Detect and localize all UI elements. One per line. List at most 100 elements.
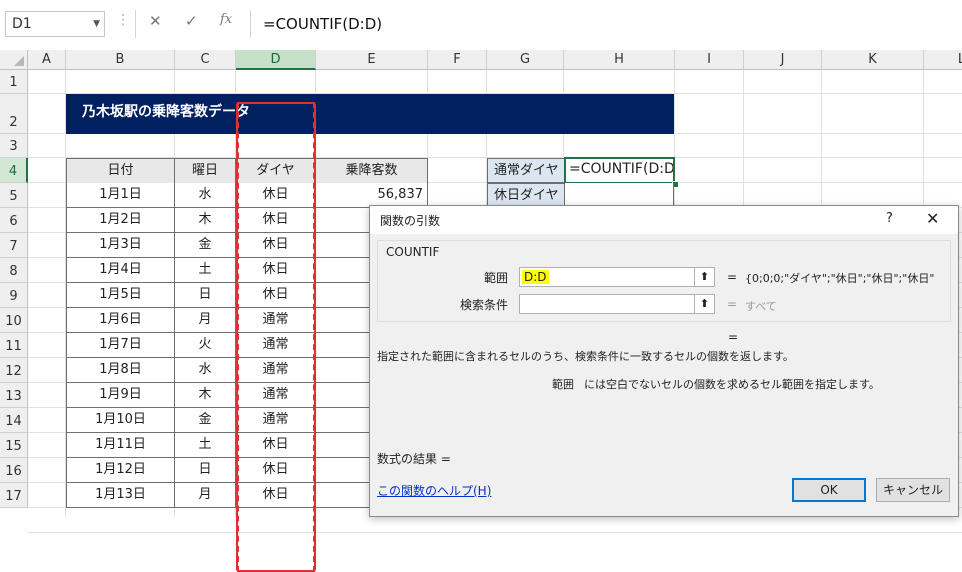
table-cell-dow[interactable]: 月 — [175, 483, 236, 508]
table-cell-date[interactable]: 1月11日 — [66, 433, 175, 458]
table-cell-dia[interactable]: 通常 — [236, 333, 316, 358]
dialog-titlebar[interactable]: 関数の引数 ? ✕ — [370, 206, 958, 234]
row-header-4[interactable]: 4 — [0, 158, 28, 183]
table-cell-date[interactable]: 1月5日 — [66, 283, 175, 308]
column-header-a[interactable]: A — [28, 50, 66, 70]
column-header-k[interactable]: K — [822, 50, 924, 70]
ok-button[interactable]: OK — [792, 478, 866, 502]
row-header-17[interactable]: 17 — [0, 483, 28, 508]
row-header-5[interactable]: 5 — [0, 183, 28, 208]
table-cell-date[interactable]: 1月12日 — [66, 458, 175, 483]
row-header-2[interactable]: 2 — [0, 94, 28, 134]
arg-description: には空白でないセルの個数を求めるセル範囲を指定します。 — [584, 378, 880, 391]
row-header-8[interactable]: 8 — [0, 258, 28, 283]
table-cell-dow[interactable]: 金 — [175, 233, 236, 258]
column-header-i[interactable]: I — [675, 50, 744, 70]
table-cell-date[interactable]: 1月9日 — [66, 383, 175, 408]
arg-range-input[interactable]: D:D — [519, 267, 695, 287]
table-cell-dow[interactable]: 木 — [175, 208, 236, 233]
table-cell-date[interactable]: 1月13日 — [66, 483, 175, 508]
column-header-j[interactable]: J — [744, 50, 822, 70]
chevron-down-icon[interactable]: ▼ — [93, 12, 100, 36]
column-header-l[interactable]: L — [924, 50, 962, 70]
table-cell-dow[interactable]: 日 — [175, 458, 236, 483]
column-header-f[interactable]: F — [428, 50, 487, 70]
table-cell-dia[interactable]: 休日 — [236, 283, 316, 308]
table-header[interactable]: 曜日 — [175, 158, 236, 184]
row-header-10[interactable]: 10 — [0, 308, 28, 333]
table-cell-dia[interactable]: 休日 — [236, 183, 316, 208]
table-header[interactable]: ダイヤ — [236, 158, 316, 184]
table-cell-dow[interactable]: 土 — [175, 433, 236, 458]
cancel-button[interactable]: キャンセル — [876, 478, 950, 502]
table-cell-dow[interactable]: 日 — [175, 283, 236, 308]
formula-input[interactable]: =COUNTIF(D:D) — [250, 10, 962, 38]
table-cell-dia[interactable]: 休日 — [236, 208, 316, 233]
row-header-15[interactable]: 15 — [0, 433, 28, 458]
cancel-icon[interactable]: ✕ — [149, 12, 162, 30]
sheet-title: 乃木坂駅の乗降客数データ — [66, 94, 674, 134]
table-cell-dow[interactable]: 土 — [175, 258, 236, 283]
table-cell-dia[interactable]: 休日 — [236, 433, 316, 458]
row-header-7[interactable]: 7 — [0, 233, 28, 258]
function-help-link[interactable]: この関数のヘルプ(H) — [377, 482, 491, 499]
insert-function-icon[interactable]: fx — [220, 12, 232, 27]
table-cell-dia[interactable]: 休日 — [236, 233, 316, 258]
table-cell-dia[interactable]: 通常 — [236, 308, 316, 333]
select-all-button[interactable] — [0, 50, 28, 70]
table-cell-date[interactable]: 1月2日 — [66, 208, 175, 233]
column-header-h[interactable]: H — [564, 50, 675, 70]
table-cell-dow[interactable]: 水 — [175, 358, 236, 383]
table-cell-dow[interactable]: 月 — [175, 308, 236, 333]
close-icon[interactable]: ✕ — [926, 209, 939, 228]
table-cell-dow[interactable]: 木 — [175, 383, 236, 408]
table-cell-date[interactable]: 1月1日 — [66, 183, 175, 208]
table-cell-dia[interactable]: 通常 — [236, 408, 316, 433]
row-header-6[interactable]: 6 — [0, 208, 28, 233]
column-header-e[interactable]: E — [316, 50, 428, 70]
table-cell-date[interactable]: 1月7日 — [66, 333, 175, 358]
function-result-eq: = — [728, 330, 739, 344]
table-cell-date[interactable]: 1月6日 — [66, 308, 175, 333]
table-cell-date[interactable]: 1月8日 — [66, 358, 175, 383]
table-cell-date[interactable]: 1月4日 — [66, 258, 175, 283]
table-cell-dia[interactable]: 休日 — [236, 258, 316, 283]
row-header-16[interactable]: 16 — [0, 458, 28, 483]
row-header-13[interactable]: 13 — [0, 383, 28, 408]
row-number: 10 — [5, 314, 22, 329]
table-cell-dia[interactable]: 通常 — [236, 358, 316, 383]
active-cell-h4[interactable]: =COUNTIF(D:D) — [564, 157, 675, 184]
arg-criteria-input[interactable] — [519, 294, 695, 314]
table-cell-dia[interactable]: 休日 — [236, 483, 316, 508]
collapse-dialog-icon[interactable]: ⬆ — [695, 294, 715, 314]
column-header-d[interactable]: D — [236, 50, 316, 70]
table-header[interactable]: 日付 — [66, 158, 175, 184]
table-header[interactable]: 乗降客数 — [316, 158, 428, 184]
arg-range-label: 範囲 — [483, 271, 508, 285]
column-header-b[interactable]: B — [66, 50, 175, 70]
column-header-c[interactable]: C — [175, 50, 236, 70]
collapse-dialog-icon[interactable]: ⬆ — [695, 267, 715, 287]
table-cell-dia[interactable]: 通常 — [236, 383, 316, 408]
arg-range-eq: = — [727, 270, 738, 284]
table-cell-date[interactable]: 1月10日 — [66, 408, 175, 433]
row-header-12[interactable]: 12 — [0, 358, 28, 383]
table-cell-dow[interactable]: 水 — [175, 183, 236, 208]
row-header-14[interactable]: 14 — [0, 408, 28, 433]
name-box[interactable]: D1 ▼ — [5, 11, 105, 37]
column-header-g[interactable]: G — [487, 50, 564, 70]
row-number: 15 — [5, 439, 22, 454]
table-cell-dia[interactable]: 休日 — [236, 458, 316, 483]
help-icon[interactable]: ? — [886, 211, 893, 226]
row-header-9[interactable]: 9 — [0, 283, 28, 308]
table-cell-dow[interactable]: 火 — [175, 333, 236, 358]
divider — [135, 10, 136, 38]
row-header-1[interactable]: 1 — [0, 70, 28, 94]
more-icon: ⋮ — [116, 12, 130, 28]
label-regular-dia[interactable]: 通常ダイヤ — [487, 158, 565, 183]
table-cell-date[interactable]: 1月3日 — [66, 233, 175, 258]
table-cell-dow[interactable]: 金 — [175, 408, 236, 433]
enter-icon[interactable]: ✓ — [185, 12, 198, 30]
row-header-11[interactable]: 11 — [0, 333, 28, 358]
row-header-3[interactable]: 3 — [0, 134, 28, 158]
